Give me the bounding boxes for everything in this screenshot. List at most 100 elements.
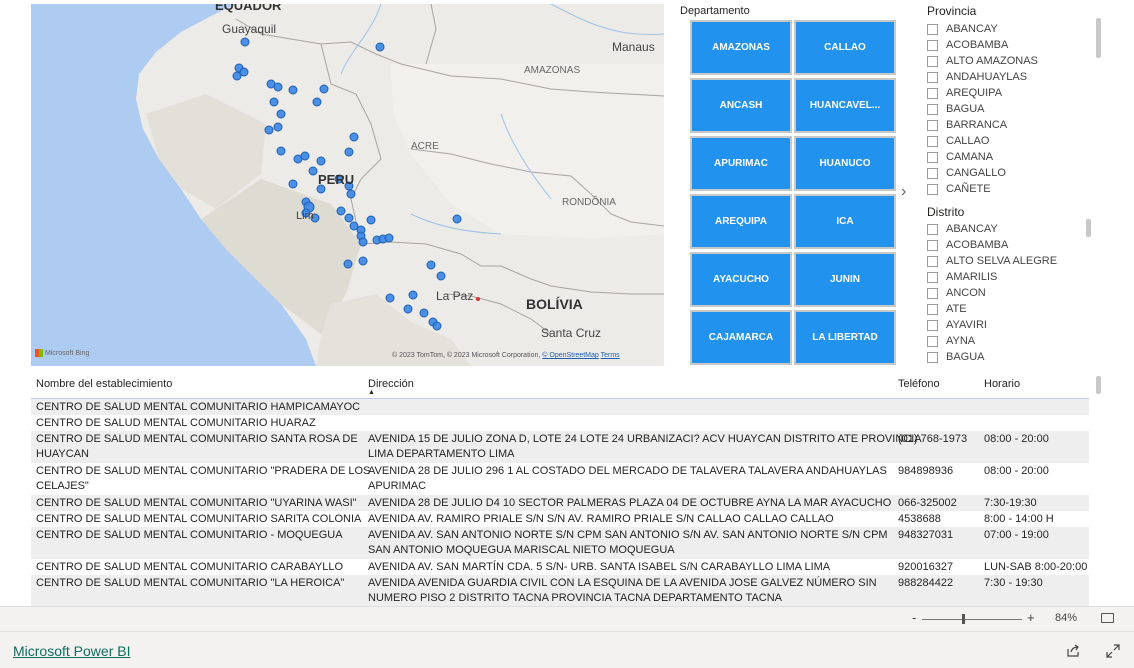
tile-huancavelica[interactable]: HUANCAVEL... bbox=[794, 78, 896, 133]
tile-junin[interactable]: JUNIN bbox=[794, 252, 896, 307]
distrito-item-label: ALTO SELVA ALEGRE bbox=[946, 255, 1058, 267]
provincia-item-label: ALTO AMAZONAS bbox=[946, 55, 1038, 67]
zoom-slider-thumb[interactable] bbox=[961, 614, 965, 624]
checkbox[interactable] bbox=[927, 119, 938, 131]
map-label-acre: ACRE bbox=[411, 141, 439, 152]
provincia-item-label: CAMANA bbox=[946, 151, 994, 163]
tile-la-libertad[interactable]: LA LIBERTAD bbox=[794, 310, 896, 365]
checkbox[interactable] bbox=[927, 167, 938, 179]
table-scrollbar[interactable] bbox=[1096, 376, 1101, 394]
tile-callao[interactable]: CALLAO bbox=[794, 20, 896, 75]
tile-huanuco[interactable]: HUANUCO bbox=[794, 136, 896, 191]
distrito-scrollbar[interactable] bbox=[1086, 219, 1091, 237]
checkbox[interactable] bbox=[927, 319, 938, 331]
tile-cajamarca[interactable]: CAJAMARCA bbox=[690, 310, 792, 365]
checkbox[interactable] bbox=[927, 287, 938, 299]
checkbox[interactable] bbox=[927, 351, 938, 363]
zoom-in-button[interactable]: + bbox=[1027, 610, 1035, 625]
provincia-item[interactable]: CAMANA bbox=[927, 149, 1087, 165]
map-label-guayaquil: Guayaquil bbox=[222, 22, 277, 36]
header-horario[interactable]: Horario bbox=[984, 378, 1020, 390]
provincia-item[interactable]: BARRANCA bbox=[927, 117, 1087, 133]
checkbox[interactable] bbox=[927, 239, 938, 251]
table-row[interactable]: CENTRO DE SALUD MENTAL COMUNITARIO HUARA… bbox=[31, 415, 1089, 431]
distrito-item[interactable]: AYNA bbox=[927, 333, 1087, 349]
tile-ancash[interactable]: ANCASH bbox=[690, 78, 792, 133]
chevron-right-icon[interactable]: › bbox=[901, 183, 906, 201]
cell-telefono: 4538688 bbox=[898, 513, 941, 525]
cell-horario: LUN-SAB 8:00-20:00 bbox=[984, 561, 1088, 573]
checkbox[interactable] bbox=[927, 135, 938, 147]
map-label-bolivia: BOLÍVIA bbox=[526, 296, 583, 312]
provincia-item[interactable]: ABANCAY bbox=[927, 21, 1087, 37]
cell-direccion-line2: APURIMAC bbox=[368, 480, 427, 492]
cell-direccion: AVENIDA AVENIDA GUARDIA CIVIL CON LA ESQ… bbox=[368, 577, 877, 589]
distrito-item[interactable]: AYAVIRI bbox=[927, 317, 1087, 333]
table-row[interactable]: CENTRO DE SALUD MENTAL COMUNITARIO - MOQ… bbox=[31, 527, 1089, 559]
table-row[interactable]: CENTRO DE SALUD MENTAL COMUNITARIO SANTA… bbox=[31, 431, 1089, 463]
provincia-item[interactable]: ANDAHUAYLAS bbox=[927, 69, 1087, 85]
checkbox[interactable] bbox=[927, 39, 938, 51]
checkbox[interactable] bbox=[927, 303, 938, 315]
distrito-item[interactable]: BAGUA bbox=[927, 349, 1087, 365]
tile-ica[interactable]: ICA bbox=[794, 194, 896, 249]
tile-ayacucho[interactable]: AYACUCHO bbox=[690, 252, 792, 307]
fit-to-page-icon[interactable] bbox=[1101, 613, 1114, 623]
distrito-item-label: AYAVIRI bbox=[946, 319, 987, 331]
distrito-item[interactable]: ACOBAMBA bbox=[927, 237, 1087, 253]
distrito-title: Distrito bbox=[927, 205, 965, 219]
checkbox[interactable] bbox=[927, 103, 938, 115]
checkbox[interactable] bbox=[927, 271, 938, 283]
share-icon[interactable] bbox=[1066, 644, 1080, 658]
cell-direccion-line2: NUMERO PISO 2 DISTRITO TACNA PROVINCIA T… bbox=[368, 592, 783, 604]
cell-horario: 7:30 - 19:30 bbox=[984, 577, 1043, 589]
attribution-terms-link[interactable]: Terms bbox=[601, 352, 620, 359]
bing-logo: Microsoft Bing bbox=[35, 349, 89, 357]
checkbox[interactable] bbox=[927, 335, 938, 347]
tile-apurimac[interactable]: APURIMAC bbox=[690, 136, 792, 191]
distrito-item[interactable]: AMARILIS bbox=[927, 269, 1087, 285]
table-row[interactable]: CENTRO DE SALUD MENTAL COMUNITARIO HAMPI… bbox=[31, 399, 1089, 415]
provincia-item[interactable]: CALLAO bbox=[927, 133, 1087, 149]
fullscreen-icon[interactable] bbox=[1106, 644, 1120, 658]
provincia-item[interactable]: CANGALLO bbox=[927, 165, 1087, 181]
header-nombre[interactable]: Nombre del establecimiento bbox=[36, 378, 172, 390]
table-row[interactable]: CENTRO DE SALUD MENTAL COMUNITARIO "PRAD… bbox=[31, 463, 1089, 495]
table-row[interactable]: CENTRO DE SALUD MENTAL COMUNITARIO "LA H… bbox=[31, 575, 1089, 607]
table-row[interactable]: CENTRO DE SALUD MENTAL COMUNITARIO CARAB… bbox=[31, 559, 1089, 575]
provincia-item[interactable]: ACOBAMBA bbox=[927, 37, 1087, 53]
map-label-amazonas: AMAZONAS bbox=[524, 65, 581, 76]
power-bi-link[interactable]: Microsoft Power BI bbox=[13, 643, 130, 659]
checkbox[interactable] bbox=[927, 183, 938, 195]
cell-telefono: 984898936 bbox=[898, 465, 954, 477]
checkbox[interactable] bbox=[927, 223, 938, 235]
table-row[interactable]: CENTRO DE SALUD MENTAL COMUNITARIO SARIT… bbox=[31, 511, 1089, 527]
distrito-item[interactable]: ATE bbox=[927, 301, 1087, 317]
provincia-item[interactable]: ALTO AMAZONAS bbox=[927, 53, 1087, 69]
zoom-out-button[interactable]: - bbox=[912, 610, 916, 625]
distrito-item[interactable]: ALTO SELVA ALEGRE bbox=[927, 253, 1087, 269]
tile-amazonas[interactable]: AMAZONAS bbox=[690, 20, 792, 75]
cell-nombre: CENTRO DE SALUD MENTAL COMUNITARIO "LA H… bbox=[36, 577, 345, 589]
provincia-item[interactable]: AREQUIPA bbox=[927, 85, 1087, 101]
provincia-item[interactable]: CAÑETE bbox=[927, 181, 1087, 197]
zoom-slider[interactable] bbox=[922, 614, 1022, 624]
checkbox[interactable] bbox=[927, 23, 938, 35]
checkbox[interactable] bbox=[927, 255, 938, 267]
cell-direccion: AVENIDA 15 DE JULIO ZONA D, LOTE 24 LOTE… bbox=[368, 433, 922, 445]
cell-telefono: 066-325002 bbox=[898, 497, 957, 509]
checkbox[interactable] bbox=[927, 71, 938, 83]
provincia-item[interactable]: BAGUA bbox=[927, 101, 1087, 117]
distrito-item[interactable]: ABANCAY bbox=[927, 221, 1087, 237]
provincia-scrollbar[interactable] bbox=[1096, 18, 1101, 58]
distrito-item[interactable]: ANCON bbox=[927, 285, 1087, 301]
checkbox[interactable] bbox=[927, 55, 938, 67]
checkbox[interactable] bbox=[927, 151, 938, 163]
cell-direccion: AVENIDA AV. SAN MARTÍN CDA. 5 S/N- URB. … bbox=[368, 561, 831, 573]
attribution-osm-link[interactable]: © OpenStreetMap bbox=[542, 352, 599, 359]
tile-arequipa[interactable]: AREQUIPA bbox=[690, 194, 792, 249]
map-visual[interactable]: EQUADOR Guayaquil Manaus AMAZONAS ACRE P… bbox=[31, 4, 664, 366]
header-telefono[interactable]: Teléfono bbox=[898, 378, 940, 390]
checkbox[interactable] bbox=[927, 87, 938, 99]
table-row[interactable]: CENTRO DE SALUD MENTAL COMUNITARIO "UYAR… bbox=[31, 495, 1089, 511]
